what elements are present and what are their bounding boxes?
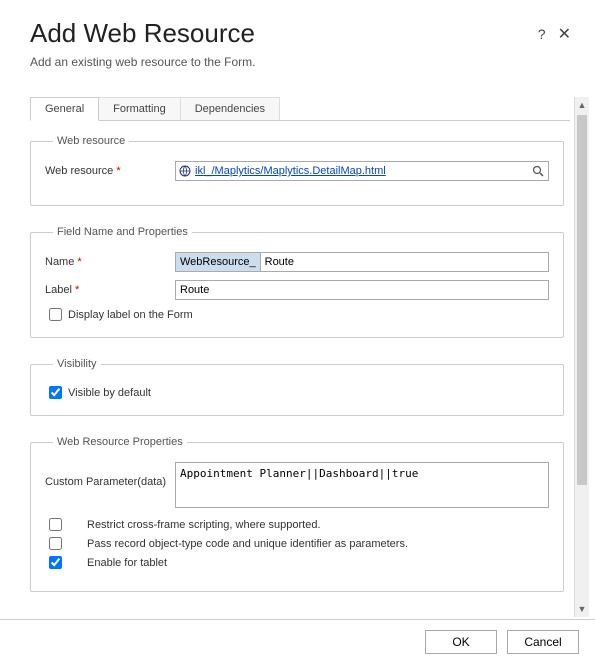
dialog-title: Add Web Resource xyxy=(30,18,255,49)
legend-visibility: Visibility xyxy=(53,358,101,370)
visible-default-checkbox[interactable] xyxy=(49,386,62,399)
visible-default-text: Visible by default xyxy=(68,387,151,399)
scrollbar-thumb[interactable] xyxy=(577,115,587,485)
label-custom-param: Custom Parameter(data) xyxy=(45,462,175,488)
display-label-text: Display label on the Form xyxy=(68,309,193,321)
label-input[interactable] xyxy=(175,280,549,300)
lookup-search-icon[interactable] xyxy=(530,163,546,179)
fieldset-field-props: Field Name and Properties Name WebResour… xyxy=(30,226,564,338)
fieldset-web-resource: Web resource Web resource ikl_/Maplytics… xyxy=(30,135,564,206)
name-prefix: WebResource_ xyxy=(176,253,261,271)
pass-record-checkbox[interactable] xyxy=(49,537,62,550)
scroll-down-arrow-icon[interactable]: ▼ xyxy=(575,601,589,617)
label-name: Name xyxy=(45,256,175,268)
tab-general[interactable]: General xyxy=(30,97,99,121)
scroll-up-arrow-icon[interactable]: ▲ xyxy=(575,97,589,113)
label-web-resource: Web resource xyxy=(45,165,175,177)
web-resource-lookup[interactable]: ikl_/Maplytics/Maplytics.DetailMap.html xyxy=(175,161,549,181)
vertical-scrollbar[interactable]: ▲ ▼ xyxy=(574,97,589,617)
ok-button[interactable]: OK xyxy=(425,630,497,654)
legend-field-props: Field Name and Properties xyxy=(53,226,192,238)
cancel-button[interactable]: Cancel xyxy=(507,630,579,654)
pass-record-text: Pass record object-type code and unique … xyxy=(87,538,408,550)
help-icon[interactable]: ? xyxy=(538,26,546,42)
legend-wr-props: Web Resource Properties xyxy=(53,436,187,448)
enable-tablet-text: Enable for tablet xyxy=(87,557,167,569)
label-label: Label xyxy=(45,284,175,296)
enable-tablet-checkbox[interactable] xyxy=(49,556,62,569)
tab-formatting[interactable]: Formatting xyxy=(99,97,181,121)
web-resource-value: ikl_/Maplytics/Maplytics.DetailMap.html xyxy=(195,165,530,177)
fieldset-visibility: Visibility Visible by default xyxy=(30,358,564,416)
dialog-subtitle: Add an existing web resource to the Form… xyxy=(30,55,571,69)
display-label-checkbox[interactable] xyxy=(49,308,62,321)
legend-web-resource: Web resource xyxy=(53,135,129,147)
tab-dependencies[interactable]: Dependencies xyxy=(181,97,280,121)
close-icon[interactable]: ✕ xyxy=(558,24,571,44)
tab-strip: General Formatting Dependencies xyxy=(30,97,570,121)
name-input[interactable] xyxy=(261,253,548,271)
restrict-xframe-text: Restrict cross-frame scripting, where su… xyxy=(87,519,321,531)
restrict-xframe-checkbox[interactable] xyxy=(49,518,62,531)
globe-icon xyxy=(178,164,192,178)
fieldset-wr-props: Web Resource Properties Custom Parameter… xyxy=(30,436,564,592)
custom-param-input[interactable] xyxy=(175,462,549,508)
